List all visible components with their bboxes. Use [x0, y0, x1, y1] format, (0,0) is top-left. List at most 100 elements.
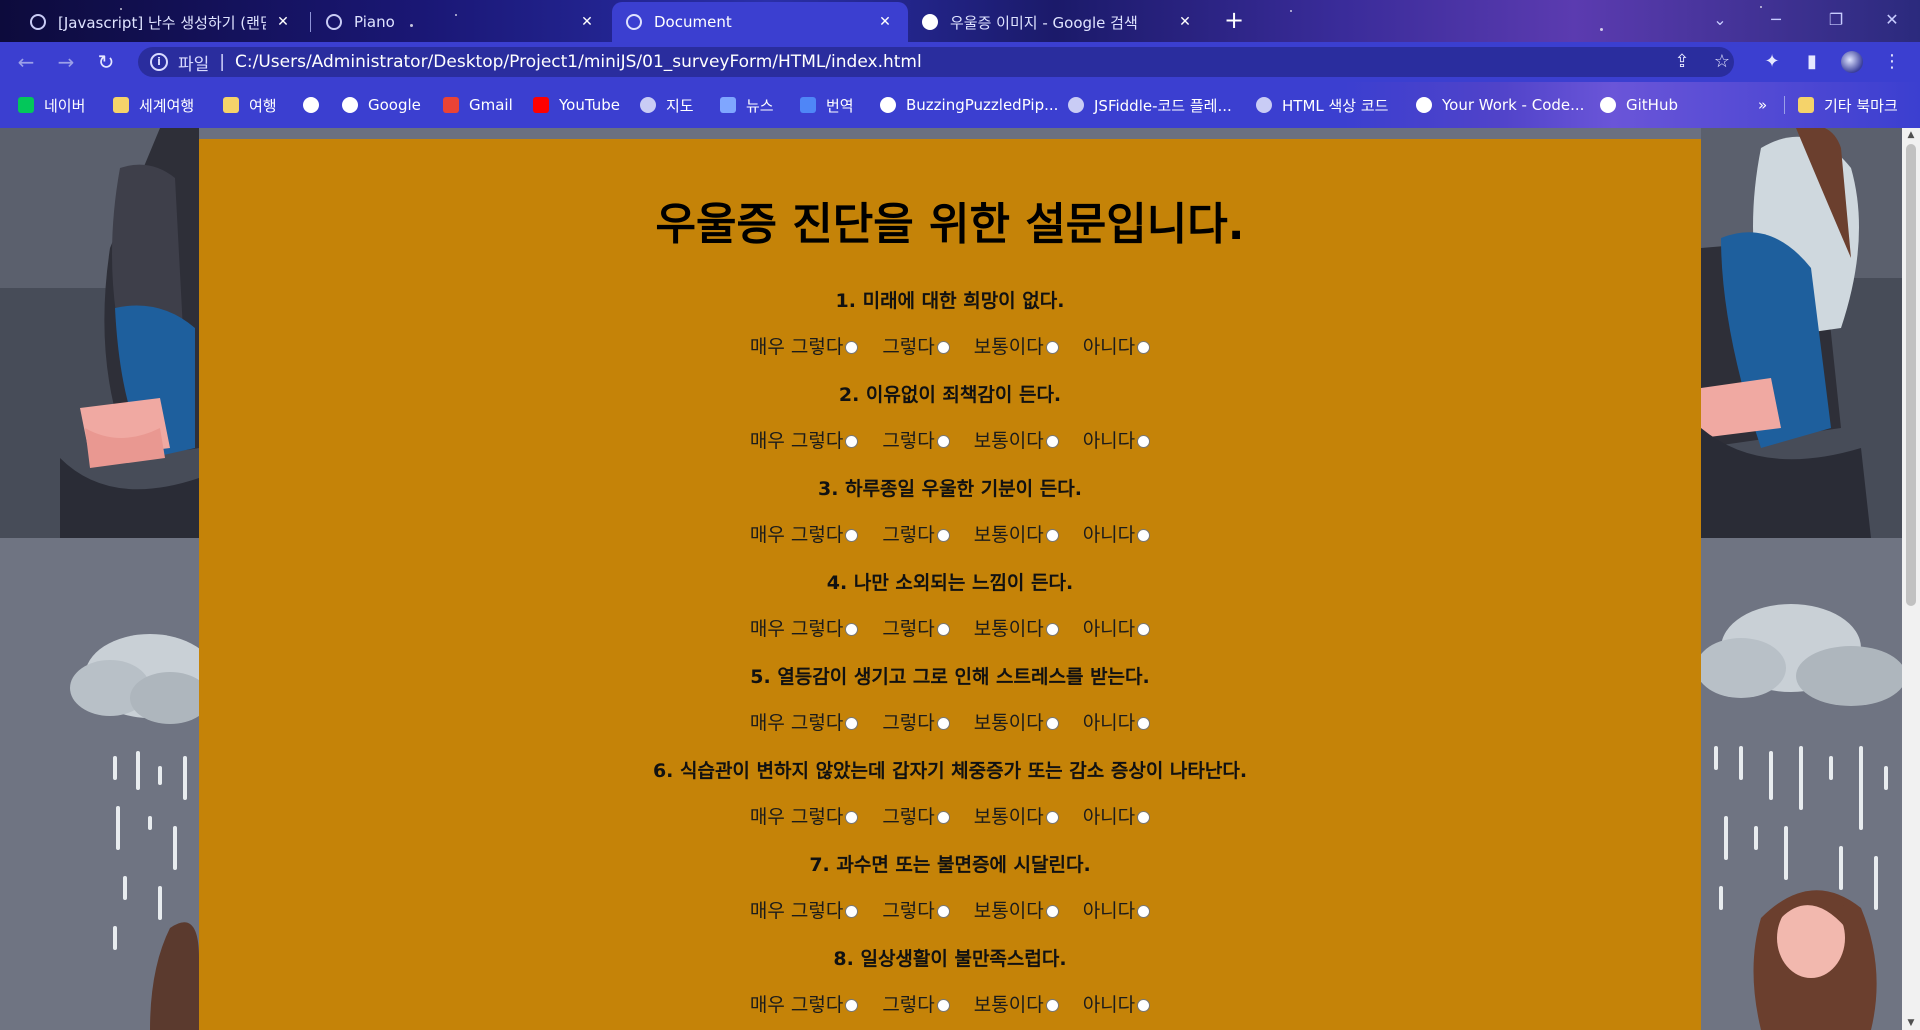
bookmark-item[interactable]: HTML 색상 코드	[1256, 94, 1388, 116]
answer-option[interactable]: 아니다	[1083, 993, 1151, 1017]
answer-option[interactable]: 그렇다	[882, 429, 950, 453]
answer-option[interactable]: 아니다	[1083, 523, 1151, 547]
reload-button[interactable]: ↻	[92, 48, 120, 76]
answer-option[interactable]: 아니다	[1083, 429, 1151, 453]
radio-button[interactable]	[1045, 904, 1059, 918]
answer-option[interactable]: 그렇다	[882, 899, 950, 923]
radio-button[interactable]	[936, 904, 950, 918]
answer-option[interactable]: 보통이다	[974, 711, 1059, 735]
bookmark-item[interactable]: GitHub	[1600, 94, 1678, 116]
bookmark-item[interactable]: Your Work - Code...	[1416, 94, 1584, 116]
tab-piano[interactable]: Piano ✕	[312, 2, 610, 42]
radio-button[interactable]	[1137, 622, 1151, 636]
answer-option[interactable]: 보통이다	[974, 805, 1059, 829]
answer-option[interactable]: 그렇다	[882, 711, 950, 735]
radio-button[interactable]	[1137, 528, 1151, 542]
vertical-scrollbar[interactable]: ▲ ▼	[1902, 128, 1920, 1030]
close-icon[interactable]: ✕	[274, 14, 292, 30]
answer-option[interactable]: 그렇다	[882, 523, 950, 547]
radio-button[interactable]	[1045, 528, 1059, 542]
other-bookmarks[interactable]: 기타 북마크	[1798, 94, 1898, 116]
radio-button[interactable]	[1045, 998, 1059, 1012]
bookmark-item[interactable]: Google	[342, 94, 421, 116]
tab-search-icon[interactable]: ⌄	[1690, 6, 1750, 34]
window-close-button[interactable]: ✕	[1862, 6, 1920, 34]
radio-button[interactable]	[936, 998, 950, 1012]
url-text[interactable]: C:/Users/Administrator/Desktop/Project1/…	[235, 52, 922, 72]
radio-button[interactable]	[1045, 716, 1059, 730]
radio-button[interactable]	[936, 622, 950, 636]
bookmark-item[interactable]: Gmail	[443, 94, 513, 116]
bookmark-item[interactable]: 지도	[640, 94, 694, 116]
answer-option[interactable]: 매우 그렇다	[750, 429, 859, 453]
answer-option[interactable]: 매우 그렇다	[750, 993, 859, 1017]
tab-random-number[interactable]: [Javascript] 난수 생성하기 (랜덤 ✕	[16, 2, 306, 42]
radio-button[interactable]	[936, 716, 950, 730]
answer-option[interactable]: 그렇다	[882, 993, 950, 1017]
answer-option[interactable]: 보통이다	[974, 899, 1059, 923]
radio-button[interactable]	[1137, 434, 1151, 448]
address-bar[interactable]: i 파일 | C:/Users/Administrator/Desktop/Pr…	[138, 47, 1734, 77]
tab-document[interactable]: Document ✕	[612, 2, 908, 42]
tab-google-search[interactable]: 우울증 이미지 - Google 검색 ✕	[908, 2, 1208, 42]
answer-option[interactable]: 보통이다	[974, 523, 1059, 547]
bookmark-item[interactable]: 번역	[800, 94, 854, 116]
answer-option[interactable]: 보통이다	[974, 993, 1059, 1017]
answer-option[interactable]: 매우 그렇다	[750, 617, 859, 641]
radio-button[interactable]	[845, 622, 859, 636]
answer-option[interactable]: 보통이다	[974, 617, 1059, 641]
close-icon[interactable]: ✕	[1176, 14, 1194, 30]
radio-button[interactable]	[1045, 434, 1059, 448]
answer-option[interactable]: 아니다	[1083, 711, 1151, 735]
radio-button[interactable]	[936, 340, 950, 354]
close-icon[interactable]: ✕	[876, 14, 894, 30]
forward-button[interactable]: →	[52, 48, 80, 76]
minimize-button[interactable]: ─	[1746, 6, 1806, 34]
scrollbar-thumb[interactable]	[1906, 144, 1916, 606]
bookmark-item[interactable]: JSFiddle-코드 플레...	[1068, 94, 1232, 116]
radio-button[interactable]	[845, 528, 859, 542]
answer-option[interactable]: 매우 그렇다	[750, 523, 859, 547]
answer-option[interactable]: 매우 그렇다	[750, 805, 859, 829]
radio-button[interactable]	[845, 904, 859, 918]
bookmark-item[interactable]: 뉴스	[720, 94, 774, 116]
radio-button[interactable]	[1137, 998, 1151, 1012]
bookmark-item[interactable]: BuzzingPuzzledPip...	[880, 94, 1058, 116]
bookmark-item[interactable]: 세계여행	[113, 94, 194, 116]
radio-button[interactable]	[1045, 810, 1059, 824]
bookmark-item[interactable]: YouTube	[533, 94, 620, 116]
radio-button[interactable]	[1045, 622, 1059, 636]
answer-option[interactable]: 아니다	[1083, 335, 1151, 359]
radio-button[interactable]	[1137, 340, 1151, 354]
scroll-up-arrow-icon[interactable]: ▲	[1902, 130, 1920, 140]
answer-option[interactable]: 아니다	[1083, 899, 1151, 923]
answer-option[interactable]: 보통이다	[974, 429, 1059, 453]
radio-button[interactable]	[936, 810, 950, 824]
bookmark-star-icon[interactable]: ☆	[1708, 48, 1736, 76]
share-icon[interactable]: ⇪	[1668, 48, 1696, 76]
radio-button[interactable]	[845, 340, 859, 354]
info-icon[interactable]: i	[150, 53, 168, 71]
scroll-down-arrow-icon[interactable]: ▼	[1902, 1018, 1920, 1028]
side-panel-icon[interactable]: ▮	[1798, 48, 1826, 76]
radio-button[interactable]	[1137, 810, 1151, 824]
bookmarks-overflow-button[interactable]: »	[1758, 94, 1767, 116]
bookmark-item[interactable]: 네이버	[18, 94, 85, 116]
new-tab-button[interactable]: +	[1222, 8, 1246, 32]
radio-button[interactable]	[845, 434, 859, 448]
answer-option[interactable]: 그렇다	[882, 335, 950, 359]
answer-option[interactable]: 아니다	[1083, 617, 1151, 641]
bookmark-item[interactable]	[303, 94, 319, 116]
answer-option[interactable]: 보통이다	[974, 335, 1059, 359]
radio-button[interactable]	[1137, 716, 1151, 730]
answer-option[interactable]: 매우 그렇다	[750, 335, 859, 359]
bookmark-item[interactable]: 여행	[223, 94, 277, 116]
radio-button[interactable]	[1137, 904, 1151, 918]
menu-icon[interactable]: ⋮	[1878, 48, 1906, 76]
avatar[interactable]	[1838, 48, 1866, 76]
close-icon[interactable]: ✕	[578, 14, 596, 30]
radio-button[interactable]	[936, 528, 950, 542]
radio-button[interactable]	[845, 716, 859, 730]
answer-option[interactable]: 매우 그렇다	[750, 899, 859, 923]
radio-button[interactable]	[1045, 340, 1059, 354]
